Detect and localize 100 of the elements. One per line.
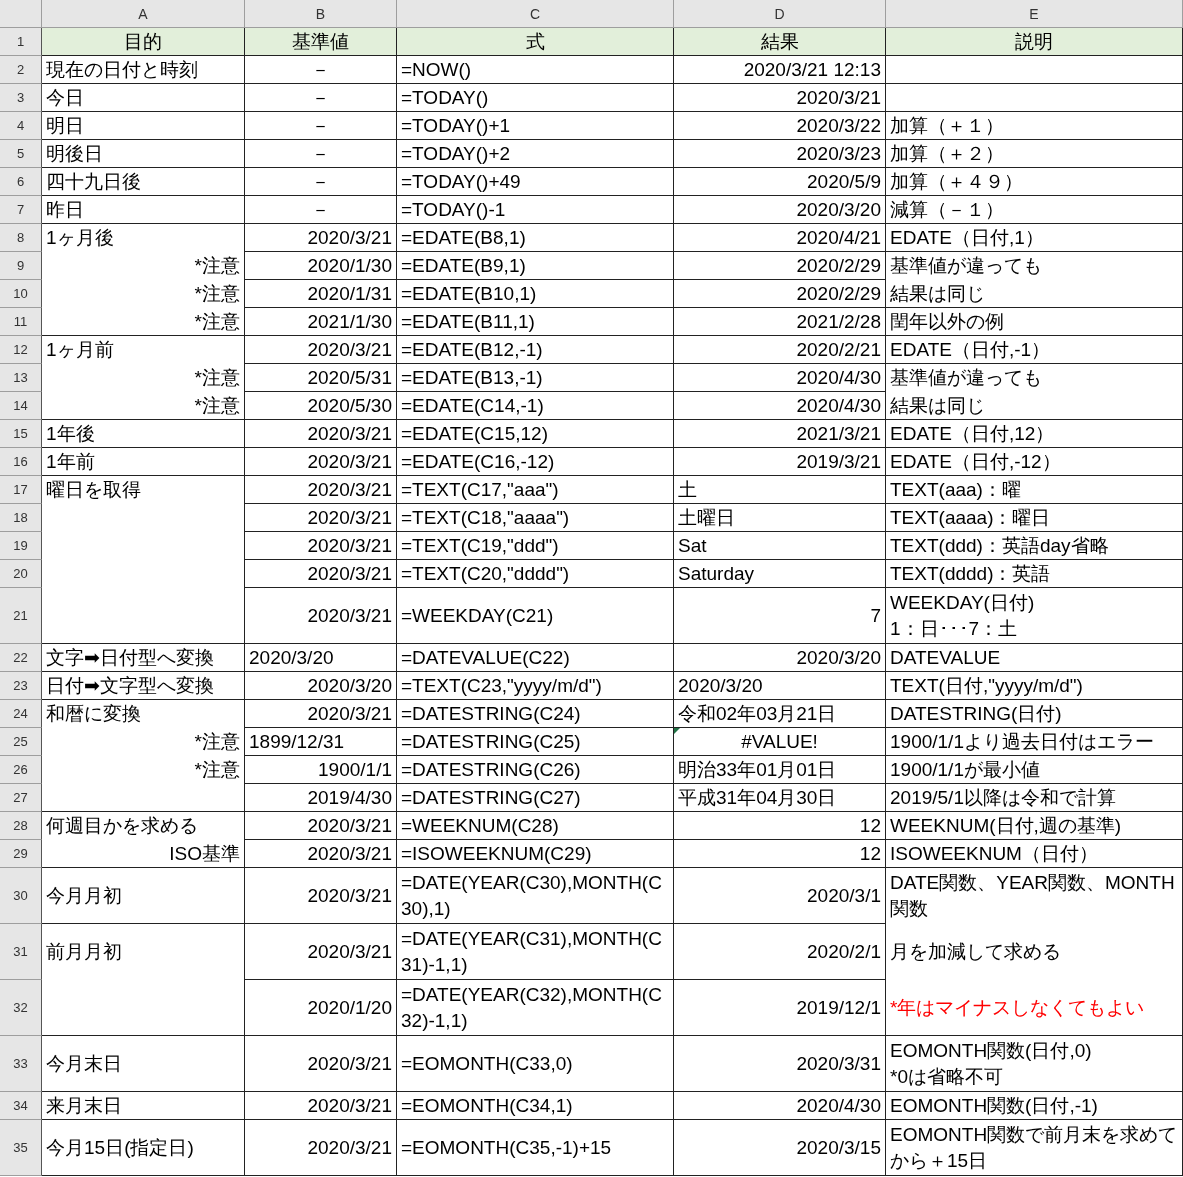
row-header[interactable]: 26 bbox=[0, 756, 42, 784]
row-header[interactable]: 30 bbox=[0, 868, 42, 924]
cell-text: Saturday bbox=[678, 561, 755, 586]
cell-text: =TEXT(C19,"ddd") bbox=[401, 533, 559, 558]
row-header[interactable]: 8 bbox=[0, 224, 42, 252]
cell-text: 2020/2/1 bbox=[807, 939, 881, 964]
cell-text: 12 bbox=[859, 841, 881, 866]
row-header[interactable]: 17 bbox=[0, 476, 42, 504]
cell-text: EDATE（日付,-12） bbox=[890, 449, 1061, 474]
cell-text: 明治33年01月01日 bbox=[678, 757, 837, 782]
row-header[interactable]: 29 bbox=[0, 840, 42, 868]
row-header[interactable]: 34 bbox=[0, 1092, 42, 1120]
cell-text: =EOMONTH(C33,0) bbox=[401, 1051, 573, 1076]
cell-text: 2020/3/31 bbox=[796, 1051, 881, 1076]
row-header[interactable]: 14 bbox=[0, 392, 42, 420]
cell-text: 基準値が違っても bbox=[890, 366, 1042, 390]
row-header[interactable]: 33 bbox=[0, 1036, 42, 1092]
row-header[interactable]: 35 bbox=[0, 1120, 42, 1176]
column-header[interactable]: A bbox=[42, 0, 245, 28]
row-header[interactable]: 18 bbox=[0, 504, 42, 532]
cell-text: =DATEVALUE(C22) bbox=[401, 645, 570, 670]
cell-text: =DATE(YEAR(C30),MONTH(C30),1) bbox=[401, 870, 663, 921]
cell-text: 2020/3/20 bbox=[678, 673, 763, 698]
row-header[interactable]: 28 bbox=[0, 812, 42, 840]
cell-text: =TODAY()+1 bbox=[401, 113, 511, 138]
cell-text: 2020/4/21 bbox=[796, 225, 881, 250]
cell-text: 2020/3/21 12:13 bbox=[743, 57, 881, 82]
cell-text: 2020/4/30 bbox=[796, 365, 881, 390]
cell-text: =WEEKNUM(C28) bbox=[401, 813, 559, 838]
row-header[interactable]: 19 bbox=[0, 532, 42, 560]
cell-text: 2020/3/21 bbox=[796, 85, 881, 110]
cell-text: 閏年以外の例 bbox=[890, 309, 1004, 334]
row-header[interactable]: 32 bbox=[0, 980, 42, 1036]
cell-text: 1ヶ月後 bbox=[46, 226, 114, 250]
row-header[interactable]: 21 bbox=[0, 588, 42, 644]
column-header[interactable]: D bbox=[674, 0, 886, 28]
cell-text: 明後日 bbox=[46, 141, 103, 166]
row-header[interactable]: 11 bbox=[0, 308, 42, 336]
row-header[interactable]: 3 bbox=[0, 84, 42, 112]
row-header[interactable]: 16 bbox=[0, 448, 42, 476]
cell-text: 1900/1/1 bbox=[318, 757, 392, 782]
row-header[interactable]: 1 bbox=[0, 28, 42, 56]
cell-text: =EDATE(B10,1) bbox=[401, 281, 537, 306]
cell-text: 2020/1/20 bbox=[307, 995, 392, 1020]
cell-text: 2020/3/21 bbox=[307, 337, 392, 362]
cell-text: 今日 bbox=[46, 85, 84, 110]
cell-text: *注意 bbox=[194, 282, 240, 306]
cell-text: 2020/3/15 bbox=[796, 1135, 881, 1160]
column-header[interactable]: C bbox=[397, 0, 674, 28]
cell-text: 月を加減して求める bbox=[890, 940, 1061, 964]
cell-text: 何週目かを求める bbox=[46, 814, 198, 838]
row-header[interactable]: 20 bbox=[0, 560, 42, 588]
row-header[interactable]: 24 bbox=[0, 700, 42, 728]
row-header[interactable]: 2 bbox=[0, 56, 42, 84]
cell-text: WEEKDAY(日付) 1：日･･･7：土 bbox=[890, 590, 1035, 641]
cell-text: *注意 bbox=[194, 730, 240, 754]
row-header[interactable]: 7 bbox=[0, 196, 42, 224]
cell-text: TEXT(日付,"yyyy/m/d") bbox=[890, 673, 1083, 698]
cell-text: 2020/1/30 bbox=[307, 253, 392, 278]
cell-text: =TEXT(C20,"dddd") bbox=[401, 561, 570, 586]
row-header[interactable]: 12 bbox=[0, 336, 42, 364]
cell-text: 2020/3/21 bbox=[307, 1093, 392, 1118]
cell-text: － bbox=[311, 169, 330, 194]
column-header[interactable]: B bbox=[245, 0, 397, 28]
column-header[interactable]: E bbox=[886, 0, 1183, 28]
row-header[interactable]: 15 bbox=[0, 420, 42, 448]
cell-text: 2020/3/21 bbox=[307, 561, 392, 586]
cell-text: 2021/3/21 bbox=[796, 421, 881, 446]
row-header[interactable]: 4 bbox=[0, 112, 42, 140]
cell-text: TEXT(aaa)：曜 bbox=[890, 477, 1021, 502]
cell-text: 2020/3/23 bbox=[796, 141, 881, 166]
cell-text: 結果は同じ bbox=[890, 393, 985, 418]
cell-text: 2020/5/30 bbox=[307, 393, 392, 418]
cell-text: 日付➡文字型へ変換 bbox=[46, 673, 214, 698]
cell-text: 2020/3/20 bbox=[796, 197, 881, 222]
cell-text: 2020/2/29 bbox=[796, 253, 881, 278]
cell-text: 2019/4/30 bbox=[307, 785, 392, 810]
cell-text: =DATE(YEAR(C31),MONTH(C31)-1,1) bbox=[401, 926, 663, 977]
cell-text: =EDATE(B8,1) bbox=[401, 225, 526, 250]
cell-text: =TEXT(C18,"aaaa") bbox=[401, 505, 570, 530]
cell-text: 基準値が違っても bbox=[890, 254, 1042, 278]
cell-text: 2020/3/21 bbox=[307, 939, 392, 964]
cell-text: DATEVALUE bbox=[890, 645, 1001, 670]
cell-text: =DATESTRING(C25) bbox=[401, 729, 581, 754]
row-header[interactable]: 25 bbox=[0, 728, 42, 756]
row-header[interactable]: 22 bbox=[0, 644, 42, 672]
row-header[interactable]: 31 bbox=[0, 924, 42, 980]
row-header[interactable]: 10 bbox=[0, 280, 42, 308]
row-header[interactable]: 9 bbox=[0, 252, 42, 280]
row-header[interactable]: 6 bbox=[0, 168, 42, 196]
row-header[interactable]: 13 bbox=[0, 364, 42, 392]
row-header[interactable]: 5 bbox=[0, 140, 42, 168]
select-all-corner[interactable] bbox=[0, 0, 42, 28]
row-header[interactable]: 27 bbox=[0, 784, 42, 812]
cell-text: 2020/3/22 bbox=[796, 113, 881, 138]
cell-text: ISOWEEKNUM（日付） bbox=[890, 841, 1098, 866]
cell-text: 前月月初 bbox=[46, 940, 122, 964]
cell-text: EOMONTH関数で前月末を求めてから＋15日 bbox=[890, 1122, 1178, 1173]
row-header[interactable]: 23 bbox=[0, 672, 42, 700]
cell-text: 式 bbox=[525, 29, 545, 54]
